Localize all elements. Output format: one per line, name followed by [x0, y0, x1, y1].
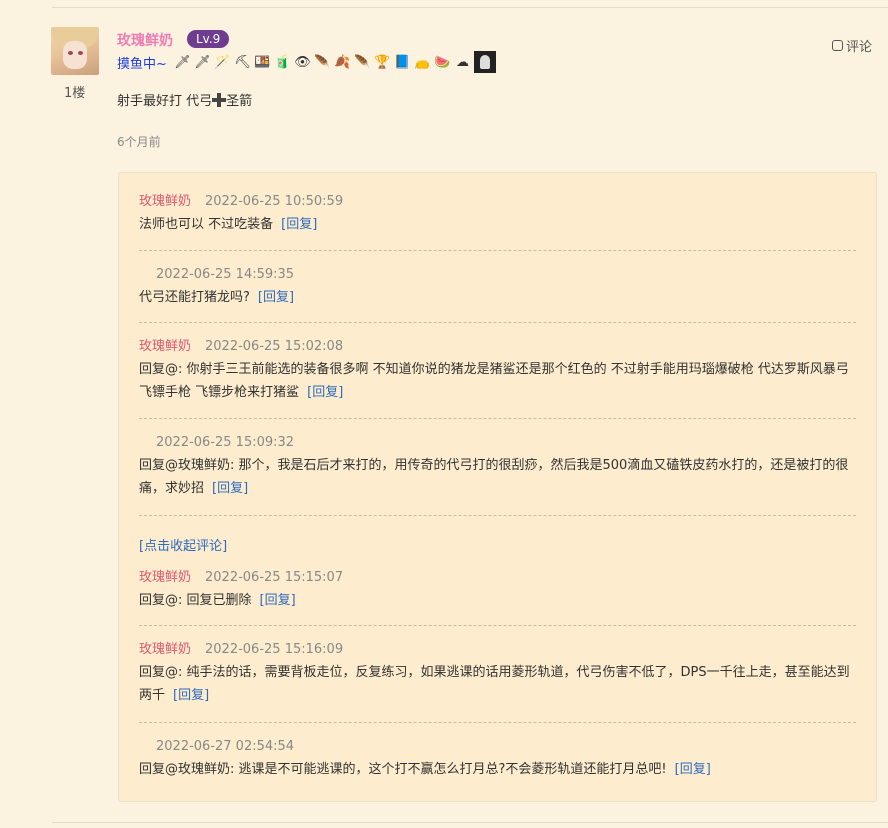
- floor-number: 1楼: [64, 86, 86, 101]
- post-time: 6个月前: [117, 135, 161, 149]
- reply-text: 回复@玫瑰鲜奶: 逃课是不可能逃课的，这个打不赢怎么打月总?不会菱形轨道还能打月…: [139, 762, 667, 777]
- reply-text: 回复@: 纯手法的话，需要背板走位，反复练习，如果逃课的话用菱形轨道，代弓伤害不…: [139, 665, 850, 703]
- reply-divider: [139, 625, 856, 626]
- reply-date: 2022-06-27 02:54:54: [156, 739, 295, 754]
- reply-item: 玫瑰鲜奶 2022-06-25 15:15:07 回复@: 回复已删除 [回复]: [139, 567, 859, 612]
- reply-text: 回复@: 回复已删除: [139, 593, 252, 608]
- potion-icon: 🧃: [274, 54, 291, 70]
- reply-text: 法师也可以 不过吃装备: [139, 217, 274, 232]
- pickaxe-icon: ⛏: [234, 54, 251, 70]
- reply-button[interactable]: [回复]: [260, 593, 296, 608]
- reply-username[interactable]: 玫瑰鲜奶: [139, 194, 191, 209]
- reply-item: 玫瑰鲜奶 2022-06-25 15:02:08 回复@: 你射手三王前能选的装备…: [139, 336, 859, 404]
- reply-button[interactable]: [回复]: [173, 688, 209, 703]
- reply-item: 玫瑰鲜奶 2022-06-25 10:50:59 法师也可以 不过吃装备 [回复]: [139, 191, 859, 236]
- sword-icon: 🗡: [174, 54, 191, 70]
- reply-date: 2022-06-25 15:02:08: [205, 339, 344, 354]
- reply-button[interactable]: [回复]: [258, 290, 294, 305]
- reply-username[interactable]: 玫瑰鲜奶: [139, 339, 191, 354]
- plus-icon: [212, 93, 227, 107]
- reply-item: 2022-06-25 15:09:32 回复@玫瑰鲜奶: 那个，我是石后才来打的…: [139, 432, 859, 500]
- post-body: 射手最好打 代弓 圣箭: [117, 93, 253, 109]
- reply-divider: [139, 515, 856, 516]
- reply-divider: [139, 250, 856, 251]
- reply-divider: [139, 418, 856, 419]
- user-signature: 摸鱼中~: [117, 57, 167, 72]
- level-badge: Lv.9: [187, 30, 230, 48]
- eye-icon: 👁: [294, 54, 311, 70]
- ghost-photo-icon: [474, 51, 496, 73]
- reply-date: 2022-06-25 14:59:35: [156, 267, 295, 282]
- leaf-icon: 🍂: [334, 54, 351, 70]
- cloud-icon: ☁: [456, 54, 469, 70]
- reply-text: 代弓还能打猪龙吗?: [139, 290, 250, 305]
- sword-icon: 🗡: [194, 54, 211, 70]
- reply-item: 玫瑰鲜奶 2022-06-25 15:16:09 回复@: 纯手法的话，需要背板走…: [139, 639, 859, 707]
- reply-divider: [139, 322, 856, 323]
- bento-icon: 🍱: [254, 54, 271, 70]
- reply-item: 2022-06-27 02:54:54 回复@玫瑰鲜奶: 逃课是不可能逃课的，这…: [139, 736, 859, 781]
- comment-button[interactable]: 评论: [831, 36, 872, 55]
- reply-button[interactable]: [回复]: [212, 481, 248, 496]
- reply-date: 2022-06-25 15:09:32: [156, 435, 295, 450]
- wand-icon: 🪄: [214, 54, 231, 70]
- feather-icon: 🪶: [354, 54, 371, 70]
- comment-icon: [831, 40, 843, 51]
- reply-button[interactable]: [回复]: [307, 385, 343, 400]
- reply-divider: [139, 722, 856, 723]
- bag-icon: 👝: [414, 54, 431, 70]
- trophy-icon: 🏆: [374, 54, 391, 70]
- reply-username[interactable]: 玫瑰鲜奶: [139, 570, 191, 585]
- reply-date: 2022-06-25 10:50:59: [205, 194, 344, 209]
- melon-icon: 🍉: [434, 54, 451, 70]
- bottom-divider: [52, 822, 888, 823]
- reply-username[interactable]: 玫瑰鲜奶: [139, 642, 191, 657]
- feather-icon: 🪶: [314, 54, 331, 70]
- collapse-comments-link[interactable]: [点击收起评论]: [139, 535, 227, 554]
- reply-date: 2022-06-25 15:15:07: [205, 570, 344, 585]
- reply-panel: 玫瑰鲜奶 2022-06-25 10:50:59 法师也可以 不过吃装备 [回复] …: [118, 172, 877, 802]
- comment-label: 评论: [845, 40, 872, 55]
- top-divider: [52, 7, 888, 8]
- post-username[interactable]: 玫瑰鲜奶: [117, 30, 173, 50]
- reply-button[interactable]: [回复]: [281, 217, 317, 232]
- reply-date: 2022-06-25 15:16:09: [205, 642, 344, 657]
- badge-row: 🗡 🗡 🪄 ⛏ 🍱 🧃 👁 🪶 🍂 🪶 🏆 📘 👝 🍉 ☁: [174, 51, 496, 73]
- book-icon: 📘: [394, 54, 411, 70]
- reply-button[interactable]: [回复]: [675, 762, 711, 777]
- reply-text: 回复@: 你射手三王前能选的装备很多啊 不知道你说的猪龙是猪鲨还是那个红色的 不…: [139, 362, 849, 400]
- user-avatar[interactable]: [51, 27, 99, 75]
- reply-item: 2022-06-25 14:59:35 代弓还能打猪龙吗? [回复]: [139, 264, 859, 309]
